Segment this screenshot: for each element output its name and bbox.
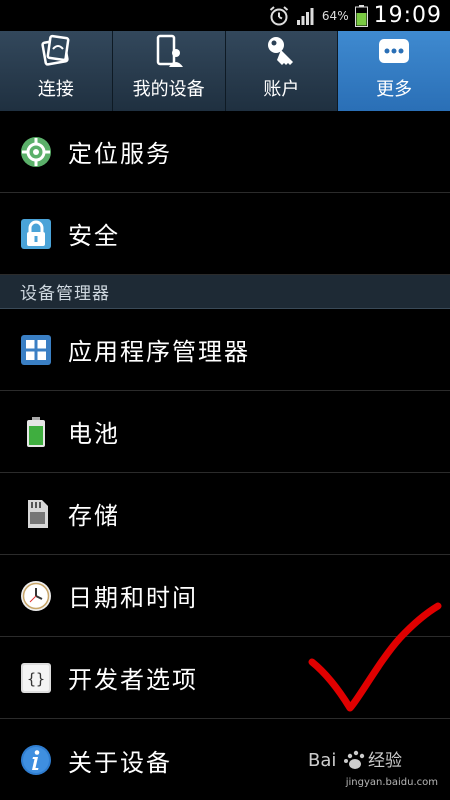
sd-card-icon (28, 499, 48, 528)
braces-icon: {} (21, 662, 51, 693)
section-header-device-manager: 设备管理器 (0, 275, 450, 309)
list-item-label: 应用程序管理器 (68, 338, 250, 366)
list-item-storage[interactable]: 存储 (0, 473, 450, 555)
list-item-label: 存储 (68, 502, 120, 530)
list-item-label: 电池 (68, 420, 120, 448)
lock-icon (21, 218, 51, 249)
alarm-icon (269, 5, 289, 25)
tab-accounts[interactable]: 账户 (225, 31, 339, 111)
location-icon (21, 136, 51, 167)
list-item-label: 定位服务 (68, 140, 172, 168)
svg-text:Bai: Bai (308, 750, 336, 771)
my-device-icon (156, 34, 183, 67)
settings-tab-bar: 连接 我的设备 账户 更多 (0, 31, 450, 111)
battery-status-icon (354, 4, 368, 27)
connection-icon (41, 34, 70, 66)
signal-icon (296, 7, 314, 25)
clock-icon (21, 580, 51, 611)
tab-label: 更多 (376, 79, 413, 100)
svg-text:经验: 经验 (368, 751, 402, 771)
list-item-label: 安全 (68, 222, 120, 250)
svg-text:{}: {} (27, 670, 45, 688)
app-grid-icon (21, 334, 51, 365)
more-icon (379, 39, 410, 63)
list-item-label: 开发者选项 (68, 666, 198, 694)
list-item-location[interactable]: 定位服务 (0, 111, 450, 193)
list-item-application-manager[interactable]: 应用程序管理器 (0, 309, 450, 391)
tab-label: 我的设备 (132, 79, 205, 100)
watermark-url: jingyan.baidu.com (345, 777, 438, 788)
tab-more[interactable]: 更多 (338, 31, 450, 111)
battery-icon (27, 416, 45, 447)
check-mark-annotation (308, 602, 442, 712)
status-bar: 64% 19:09 (0, 0, 450, 31)
tab-my-device[interactable]: 我的设备 (112, 31, 226, 111)
tab-label: 账户 (263, 79, 300, 100)
baidu-watermark: Bai 经验 jingyan.baidu.com (308, 744, 438, 788)
tab-connections[interactable]: 连接 (0, 31, 113, 111)
list-item-security[interactable]: 安全 (0, 193, 450, 275)
status-clock: 19:09 (373, 3, 442, 28)
tab-label: 连接 (37, 79, 74, 100)
list-item-label: 关于设备 (68, 748, 172, 777)
key-icon (268, 37, 294, 65)
baidu-logo-icon: Bai 经验 (308, 750, 402, 771)
battery-percent: 64% (321, 8, 349, 23)
list-item-battery[interactable]: 电池 (0, 391, 450, 473)
info-icon (21, 745, 51, 775)
list-item-label: 日期和时间 (68, 584, 198, 612)
